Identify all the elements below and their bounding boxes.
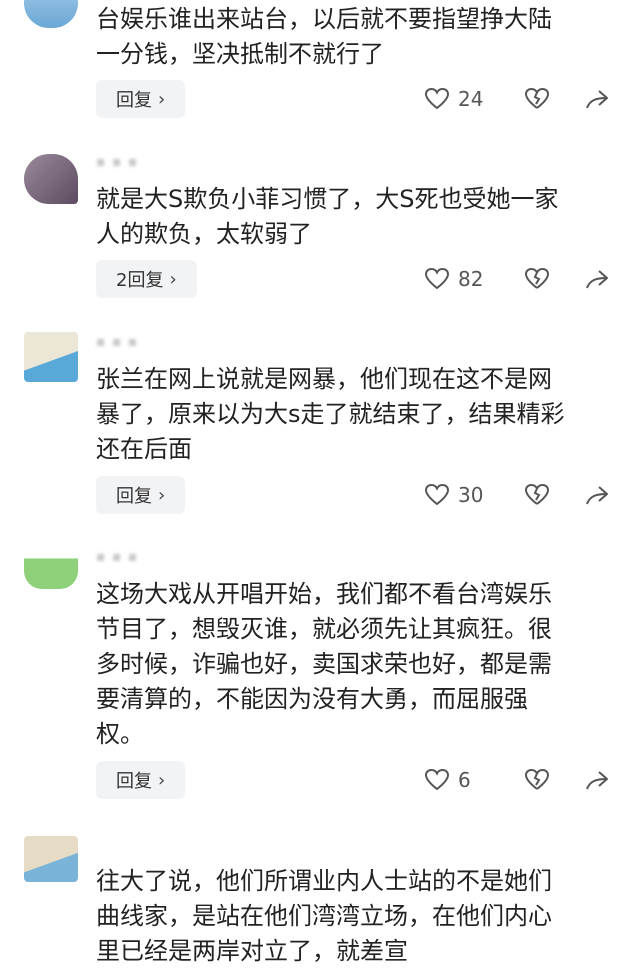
comment-actions: 82 [424,260,624,298]
comment-actions: 30 [424,476,624,514]
comment-meta: ▪ ▪ ▪ [96,549,139,565]
comment-actions: 6 [424,761,624,799]
share-arrow-icon[interactable] [584,768,624,792]
heart-icon [424,87,450,111]
comment-actions: 24 [424,80,624,118]
reply-button[interactable]: 回复 › [96,80,186,118]
broken-heart-icon[interactable] [524,483,584,507]
reply-button[interactable]: 回复 › [96,761,186,799]
comment-text: 台娱乐谁出来站台，以后就不要指望挣大陆 一分钱，坚决抵制不就行了 [96,5,552,68]
share-arrow-icon[interactable] [584,483,624,507]
like-button[interactable]: 24 [424,87,524,111]
reply-label: 回复 [116,90,152,111]
share-arrow-icon[interactable] [584,87,624,111]
comment-text: 这场大戏从开唱开始，我们都不看台湾娱乐 节目了，想毁灭谁，就必须先让其疯狂。很 … [96,580,552,748]
heart-icon [424,768,450,792]
avatar[interactable] [24,0,78,28]
broken-heart-icon[interactable] [524,267,584,291]
heart-icon [424,483,450,507]
broken-heart-icon[interactable] [524,87,584,111]
reply-label: 回复 [116,771,152,792]
comment-text: 张兰在网上说就是网暴，他们现在这不是网 暴了，原来以为大s走了就结束了，结果精彩… [96,365,565,463]
chevron-right-icon: › [158,769,166,791]
like-button[interactable]: 6 [424,768,524,792]
like-count: 24 [458,87,484,111]
reply-button[interactable]: 2回复 › [96,260,197,298]
comment-text: 就是大S欺负小菲习惯了，大S死也受她一家 人的欺负，太软弱了 [96,185,559,248]
reply-label: 回复 [116,486,152,507]
comment-meta: ▪ ▪ ▪ [96,154,139,170]
chevron-right-icon: › [158,484,166,506]
broken-heart-icon[interactable] [524,768,584,792]
like-button[interactable]: 82 [424,267,524,291]
share-arrow-icon[interactable] [584,267,624,291]
avatar[interactable] [24,154,78,204]
like-count: 82 [458,267,484,291]
reply-label: 2回复 [116,270,164,291]
like-count: 30 [458,483,484,507]
text-fade-overlay [530,934,640,974]
heart-icon [424,267,450,291]
avatar[interactable] [24,836,78,882]
comment-meta: ▪ ▪ ▪ [96,334,139,350]
reply-button[interactable]: 回复 › [96,476,186,514]
avatar[interactable] [24,332,78,382]
avatar[interactable] [24,545,78,589]
like-button[interactable]: 30 [424,483,524,507]
chevron-right-icon: › [158,88,166,110]
chevron-right-icon: › [169,268,177,290]
like-count: 6 [458,768,471,792]
